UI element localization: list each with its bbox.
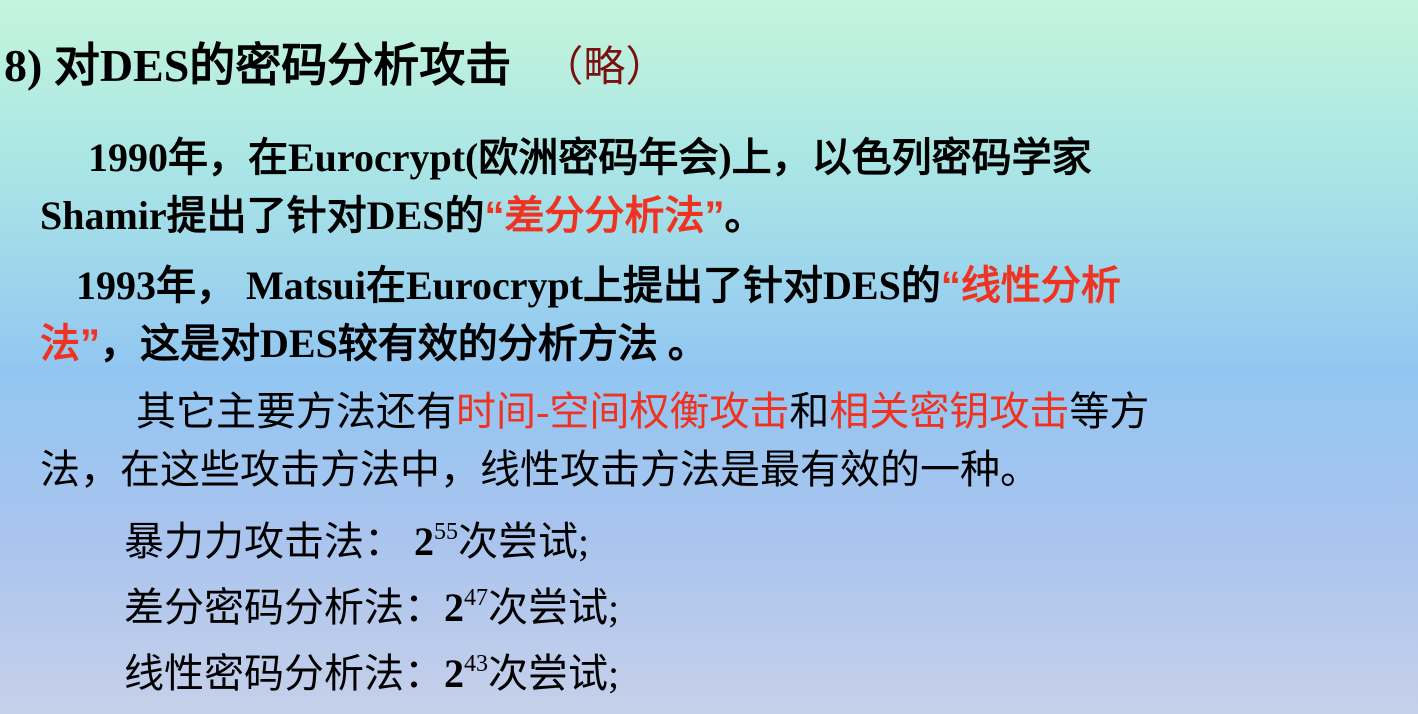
p2-line2: 法”，这是对DES较有效的分析方法 。 <box>40 321 708 366</box>
emphasis-linear: “线性分析 <box>940 264 1121 308</box>
emphasis-tradeoff: 时间-空间权衡攻击 <box>456 389 790 434</box>
p3-line2: 法，在这些攻击方法中，线性攻击方法是最有效的一种。 <box>40 447 1040 492</box>
list-item: 暴力力攻击法： 255次尝试; <box>124 519 590 564</box>
p2-line1: 1993年， Matsui在Eurocrypt上提出了针对DES的“线性分析 <box>76 263 1121 308</box>
list-item: 差分密码分析法：247次尝试; <box>124 585 620 630</box>
title-note: （略） <box>541 45 668 91</box>
slide-title: 8) 对DES的密码分析攻击 （略） <box>4 40 668 92</box>
list-item: 线性密码分析法：243次尝试; <box>124 651 620 696</box>
p3-line1: 其它主要方法还有时间-空间权衡攻击和相关密钥攻击等方 <box>136 389 1150 434</box>
emphasis-related-key: 相关密钥攻击 <box>829 389 1070 434</box>
emphasis-differential: “差分分析法” <box>484 194 725 238</box>
p1-line2: Shamir提出了针对DES的“差分分析法”。 <box>40 193 765 238</box>
p1-line1: 1990年，在Eurocrypt(欧洲密码年会)上，以色列密码学家 <box>88 135 1092 180</box>
